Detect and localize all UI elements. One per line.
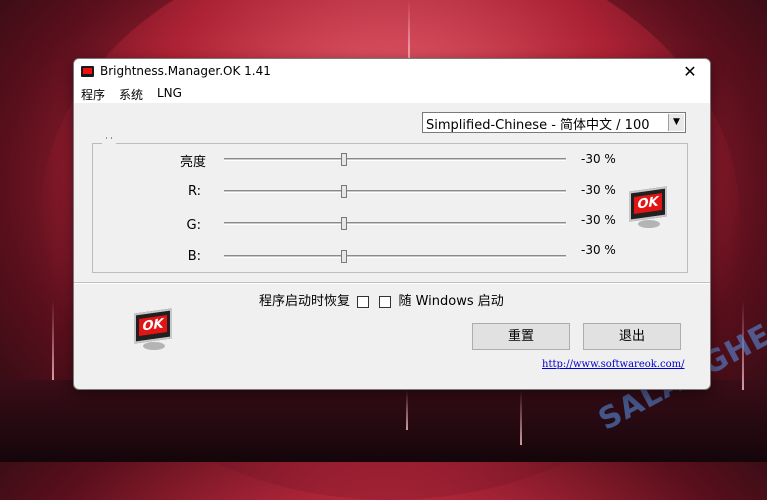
- slider-green[interactable]: [224, 217, 566, 230]
- slider-value-green: -30 %: [581, 213, 616, 227]
- slider-brightness[interactable]: [224, 153, 566, 166]
- group-caption: ˙˙: [102, 137, 116, 148]
- wallpaper-streak: [406, 390, 408, 430]
- language-dropdown[interactable]: Simplified-Chinese - 简体中文 / 100 ▼: [422, 112, 686, 133]
- language-dropdown-value: Simplified-Chinese - 简体中文 / 100: [426, 118, 650, 133]
- ok-logo[interactable]: OK: [625, 186, 669, 231]
- monitor-stand: [143, 342, 165, 350]
- wallpaper-streak: [52, 300, 54, 380]
- slider-blue[interactable]: [224, 250, 566, 263]
- close-button[interactable]: ✕: [670, 59, 710, 85]
- website-link[interactable]: http://www.softwareok.com/: [542, 359, 684, 370]
- slider-label-red: R:: [187, 184, 201, 199]
- autostart-label: 随 Windows 启动: [398, 294, 504, 309]
- slider-value-blue: -30 %: [581, 243, 616, 257]
- monitor-icon: [81, 66, 94, 77]
- slider-red[interactable]: [224, 185, 566, 198]
- title-bar[interactable]: Brightness.Manager.OK 1.41 ✕: [74, 59, 710, 85]
- restore-on-start-checkbox[interactable]: [357, 295, 370, 308]
- slider-value-brightness: -30 %: [581, 152, 616, 166]
- restore-on-start-label: 程序启动时恢复: [259, 294, 351, 309]
- slider-value-red: -30 %: [581, 183, 616, 197]
- slider-label-green: G:: [186, 218, 201, 233]
- ok-logo-text: OK: [139, 315, 167, 336]
- wallpaper-streak: [520, 390, 522, 445]
- autostart-checkbox[interactable]: [379, 295, 392, 308]
- menu-bar: 程序 系统 LNG: [74, 85, 710, 103]
- monitor-stand: [638, 220, 660, 228]
- monitor-icon: OK: [134, 308, 172, 344]
- slider-thumb[interactable]: [341, 185, 347, 198]
- slider-thumb[interactable]: [341, 250, 347, 263]
- exit-button[interactable]: 退出: [583, 323, 681, 350]
- slider-thumb[interactable]: [341, 217, 347, 230]
- app-window: Brightness.Manager.OK 1.41 ✕ 程序 系统 LNG S…: [73, 58, 711, 390]
- menu-lng[interactable]: LNG: [157, 86, 182, 100]
- wallpaper-streak: [408, 0, 410, 60]
- slider-thumb[interactable]: [341, 153, 347, 166]
- monitor-icon: OK: [629, 186, 667, 222]
- chevron-down-icon[interactable]: ▼: [668, 114, 684, 131]
- ok-logo-text: OK: [634, 193, 662, 214]
- reset-button[interactable]: 重置: [472, 323, 570, 350]
- window-title: Brightness.Manager.OK 1.41: [100, 64, 271, 78]
- options-row: 程序启动时恢复 随 Windows 启动: [259, 290, 504, 309]
- slider-label-brightness: 亮度: [179, 155, 206, 170]
- ok-logo[interactable]: OK: [130, 308, 174, 353]
- slider-label-blue: B:: [187, 249, 201, 264]
- menu-system[interactable]: 系统: [119, 86, 143, 103]
- menu-program[interactable]: 程序: [81, 86, 105, 103]
- divider: [74, 282, 710, 284]
